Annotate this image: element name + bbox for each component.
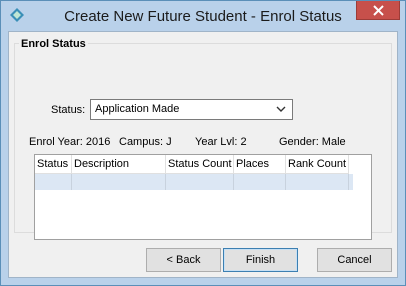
column-header-status-count[interactable]: Status Count — [166, 155, 234, 174]
back-button[interactable]: < Back — [146, 248, 221, 272]
close-icon — [373, 5, 384, 16]
chevron-down-icon — [276, 106, 286, 112]
column-header-rank-count[interactable]: Rank Count — [286, 155, 349, 174]
enrol-status-group: Enrol Status Status: Application Made En… — [14, 38, 392, 240]
status-value: Application Made — [95, 103, 180, 115]
dialog-window: Create New Future Student - Enrol Status… — [0, 0, 406, 286]
close-button[interactable] — [356, 1, 400, 20]
cancel-button[interactable]: Cancel — [317, 248, 392, 272]
table-cell[interactable] — [286, 174, 349, 190]
gender: Gender: Male — [279, 136, 346, 148]
column-header-description[interactable]: Description — [72, 155, 166, 174]
table-cell[interactable] — [166, 174, 234, 190]
finish-button[interactable]: Finish — [223, 248, 298, 272]
campus: Campus: J — [119, 136, 172, 148]
dialog-body: Enrol Status Status: Application Made En… — [8, 31, 398, 278]
grid-header: Status Description Status Count Places R… — [35, 155, 353, 175]
status-grid[interactable]: Status Description Status Count Places R… — [34, 154, 372, 240]
table-cell[interactable] — [72, 174, 166, 190]
table-cell[interactable] — [234, 174, 286, 190]
window-title: Create New Future Student - Enrol Status — [64, 8, 342, 25]
year-level: Year Lvl: 2 — [195, 136, 247, 148]
status-dropdown[interactable]: Application Made — [90, 99, 293, 120]
group-title: Enrol Status — [19, 38, 88, 50]
status-label: Status: — [51, 104, 86, 116]
table-row[interactable] — [35, 174, 353, 190]
table-cell[interactable] — [35, 174, 72, 190]
column-header-places[interactable]: Places — [234, 155, 286, 174]
enrol-year: Enrol Year: 2016 — [29, 136, 111, 148]
column-header-status[interactable]: Status — [35, 155, 72, 174]
title-bar[interactable]: Create New Future Student - Enrol Status — [1, 1, 405, 31]
